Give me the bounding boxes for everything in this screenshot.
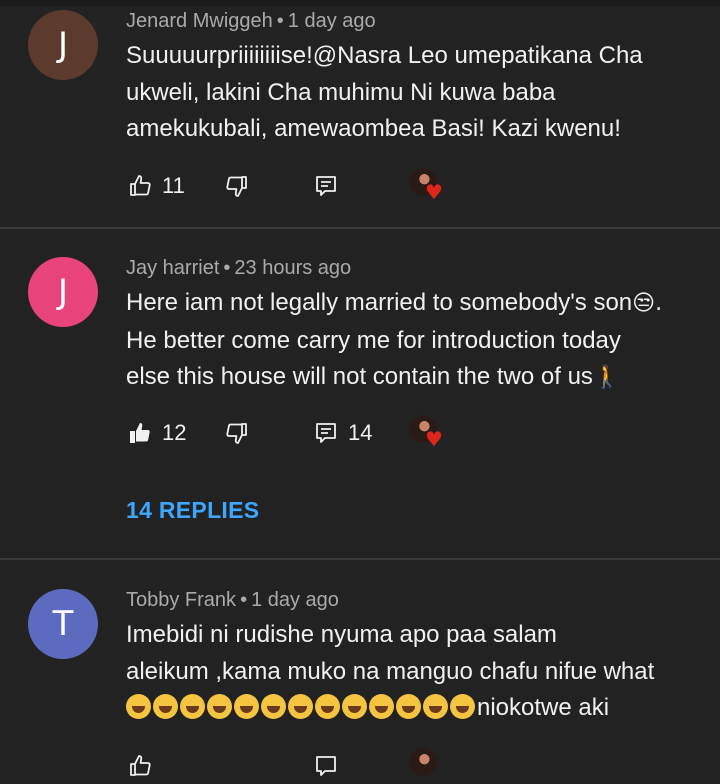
comment-line: niokotwe aki [126, 690, 696, 727]
avatar-letter: T [52, 604, 74, 644]
avatar-letter: J [57, 272, 69, 312]
avatar-letter: J [57, 25, 69, 65]
heart-icon: ♥ [425, 180, 443, 204]
comment-text: Here iam not legally married to somebody… [126, 285, 696, 397]
meta-separator: • [276, 10, 284, 32]
comment-text: Suuuuurpriiiiiiiise!@Nasra Leo umepatika… [126, 38, 696, 148]
divider [0, 558, 720, 560]
reply-button[interactable] [314, 168, 338, 204]
comment-line: ukweli, lakini Cha muhimu Ni kuwa baba [126, 78, 556, 106]
heart-icon: ♥ [425, 427, 443, 451]
comment-line-text: else this house will not contain the two… [126, 363, 593, 390]
laughing-emoji [234, 694, 259, 719]
laughing-emoji [288, 694, 313, 719]
comment-line-text: niokotwe aki [477, 694, 610, 721]
creator-heart-icon: ♥ [409, 168, 443, 204]
creator-heart-icon [409, 748, 443, 782]
walking-emoji: 🚶 [592, 365, 621, 390]
comment-time[interactable]: 1 day ago [251, 589, 339, 611]
comment-line: aleikum ,kama muko na manguo chafu nifue… [126, 657, 655, 685]
comment-time[interactable]: 23 hours ago [234, 257, 351, 279]
laughing-emoji-row [126, 694, 477, 721]
laughing-emoji [207, 694, 232, 719]
thumbs-up-icon [130, 175, 151, 196]
thumbs-down-icon [226, 176, 247, 197]
creator-heart-icon: ♥ [409, 415, 443, 451]
reply-button[interactable]: 14 [314, 415, 372, 451]
comment-author[interactable]: Jay harriet [126, 257, 219, 279]
unamused-emoji: 😒. [632, 291, 663, 316]
comment-author[interactable]: Tobby Frank [126, 589, 236, 611]
comment-line: Suuuuurpriiiiiiiise!@Nasra Leo umepatika… [126, 42, 643, 69]
like-button[interactable] [128, 748, 152, 784]
comment-actions [126, 748, 706, 784]
comment-actions: 12 14 ♥ [126, 415, 706, 451]
comment-line: amekukubali, amewaombea Basi! Kazi kwenu… [126, 115, 621, 142]
like-button[interactable]: 11 [128, 168, 185, 204]
comment-meta: Tobby Frank • 1 day ago [126, 589, 339, 612]
laughing-emoji [180, 694, 205, 719]
laughing-emoji [450, 694, 475, 719]
thumbs-up-filled-icon [130, 423, 150, 443]
creator-avatar [409, 748, 437, 776]
laughing-emoji [153, 694, 178, 719]
dislike-button[interactable] [225, 168, 249, 204]
reply-icon [316, 423, 336, 443]
avatar[interactable]: T [28, 589, 98, 659]
laughing-emoji [315, 694, 340, 719]
like-count: 11 [162, 173, 185, 198]
dislike-button[interactable] [225, 415, 249, 451]
comment-line-text: Here iam not legally married to somebody… [126, 289, 633, 316]
comment-line: Here iam not legally married to somebody… [126, 285, 696, 323]
laughing-emoji [261, 694, 286, 719]
comment-line: He better come carry me for introduction… [126, 326, 621, 354]
view-replies-link[interactable]: 14 REPLIES [126, 497, 259, 524]
laughing-emoji [396, 694, 421, 719]
laughing-emoji [126, 694, 151, 719]
reply-count: 14 [348, 420, 373, 445]
laughing-emoji [423, 694, 448, 719]
reply-icon [316, 756, 336, 776]
divider [0, 227, 720, 229]
like-button[interactable]: 12 [128, 415, 186, 451]
reply-icon [316, 176, 336, 196]
meta-separator: • [223, 257, 231, 279]
comment-time[interactable]: 1 day ago [288, 10, 376, 32]
comment-line: else this house will not contain the two… [126, 359, 696, 397]
laughing-emoji [342, 694, 367, 719]
comment-actions: 11 ♥ [126, 168, 706, 204]
reply-button[interactable] [314, 748, 338, 784]
comment-meta: Jay harriet • 23 hours ago [126, 257, 351, 280]
laughing-emoji [369, 694, 394, 719]
top-edge [0, 0, 720, 6]
meta-separator: • [240, 589, 248, 611]
comment-meta: Jenard Mwiggeh • 1 day ago [126, 10, 376, 33]
like-count: 12 [162, 420, 187, 445]
comment-line: Imebidi ni rudishe nyuma apo paa salam [126, 621, 557, 648]
avatar[interactable]: J [28, 257, 98, 327]
thumbs-up-icon [130, 755, 151, 776]
comment-text: Imebidi ni rudishe nyuma apo paa salam a… [126, 617, 696, 727]
thumbs-down-icon [226, 423, 247, 444]
avatar[interactable]: J [28, 10, 98, 80]
comment-author[interactable]: Jenard Mwiggeh [126, 10, 273, 32]
